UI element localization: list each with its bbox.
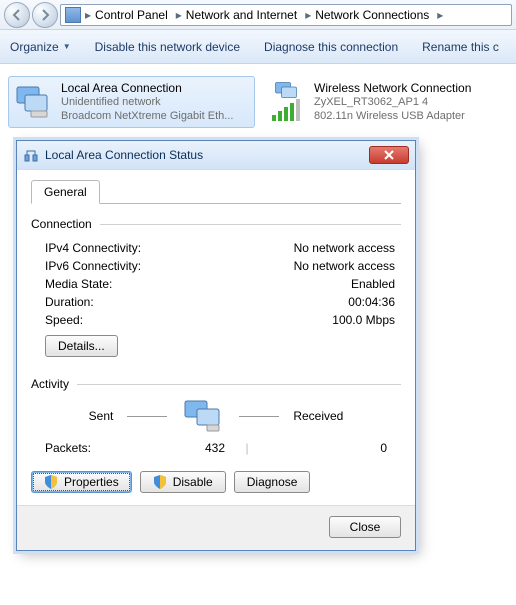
chevron-right-icon: ▸ bbox=[437, 8, 443, 22]
rename-connection-button[interactable]: Rename this c bbox=[422, 40, 499, 54]
close-icon bbox=[383, 150, 395, 160]
packets-label: Packets: bbox=[45, 441, 155, 455]
group-activity: Activity bbox=[31, 377, 401, 391]
row-ipv4: IPv4 Connectivity:No network access bbox=[31, 239, 401, 257]
connection-adapter: Broadcom NetXtreme Gigabit Eth... bbox=[61, 109, 233, 123]
activity-diagram: Sent Received bbox=[31, 399, 401, 433]
received-label: Received bbox=[293, 409, 343, 423]
nav-forward-button[interactable] bbox=[32, 2, 58, 28]
breadcrumb-icon bbox=[65, 7, 81, 23]
connection-item-wifi[interactable]: Wireless Network Connection ZyXEL_RT3062… bbox=[261, 76, 508, 128]
breadcrumb-item: ▸Control Panel bbox=[81, 8, 172, 22]
diagnose-connection-button[interactable]: Diagnose this connection bbox=[264, 40, 398, 54]
diagnose-button[interactable]: Diagnose bbox=[234, 471, 311, 493]
row-media-state: Media State:Enabled bbox=[31, 275, 401, 293]
row-speed: Speed:100.0 Mbps bbox=[31, 311, 401, 329]
close-dialog-button[interactable]: Close bbox=[329, 516, 401, 538]
properties-button[interactable]: Properties bbox=[31, 471, 132, 493]
connection-status-dialog: Local Area Connection Status General Con… bbox=[16, 140, 416, 551]
connection-status: Unidentified network bbox=[61, 95, 233, 109]
packets-received-value: 0 bbox=[269, 441, 397, 455]
dialog-titlebar[interactable]: Local Area Connection Status bbox=[17, 141, 415, 169]
disable-button[interactable]: Disable bbox=[140, 471, 226, 493]
network-icon bbox=[23, 147, 39, 163]
connection-ssid: ZyXEL_RT3062_AP1 4 bbox=[314, 95, 471, 109]
packets-row: Packets: 432 | 0 bbox=[31, 439, 401, 457]
packets-sent-value: 432 bbox=[155, 441, 225, 455]
chevron-right-icon: ▸ bbox=[176, 8, 182, 22]
sent-label: Sent bbox=[89, 409, 114, 423]
breadcrumb-trailing: ▸ bbox=[433, 8, 447, 22]
connections-list: Local Area Connection Unidentified netwo… bbox=[0, 64, 516, 140]
close-button[interactable] bbox=[369, 146, 409, 164]
chevron-right-icon: ▸ bbox=[85, 8, 91, 22]
wifi-icon bbox=[266, 81, 306, 121]
shield-icon bbox=[44, 475, 58, 489]
disable-device-button[interactable]: Disable this network device bbox=[95, 40, 240, 54]
breadcrumb-item: ▸Network Connections bbox=[301, 8, 433, 22]
address-bar: ▸Control Panel ▸Network and Internet ▸Ne… bbox=[0, 0, 516, 30]
group-connection: Connection bbox=[31, 217, 401, 231]
connection-item-lan[interactable]: Local Area Connection Unidentified netwo… bbox=[8, 76, 255, 128]
row-ipv6: IPv6 Connectivity:No network access bbox=[31, 257, 401, 275]
breadcrumb[interactable]: ▸Control Panel ▸Network and Internet ▸Ne… bbox=[60, 4, 512, 26]
ethernet-icon bbox=[13, 81, 53, 121]
row-duration: Duration:00:04:36 bbox=[31, 293, 401, 311]
tab-general[interactable]: General bbox=[31, 180, 100, 204]
chevron-down-icon: ▼ bbox=[63, 42, 71, 51]
dialog-title: Local Area Connection Status bbox=[45, 148, 369, 162]
nav-back-button[interactable] bbox=[4, 2, 30, 28]
connection-adapter: 802.11n Wireless USB Adapter bbox=[314, 109, 471, 123]
shield-icon bbox=[153, 475, 167, 489]
activity-computers-icon bbox=[181, 399, 225, 433]
wifi-signal-icon bbox=[272, 101, 300, 121]
details-button[interactable]: Details... bbox=[45, 335, 118, 357]
organize-menu[interactable]: Organize▼ bbox=[10, 40, 71, 54]
connection-title: Wireless Network Connection bbox=[314, 81, 471, 95]
connection-title: Local Area Connection bbox=[61, 81, 233, 95]
chevron-right-icon: ▸ bbox=[305, 8, 311, 22]
command-bar: Organize▼ Disable this network device Di… bbox=[0, 30, 516, 64]
breadcrumb-item: ▸Network and Internet bbox=[172, 8, 301, 22]
tab-strip: General bbox=[31, 179, 401, 204]
